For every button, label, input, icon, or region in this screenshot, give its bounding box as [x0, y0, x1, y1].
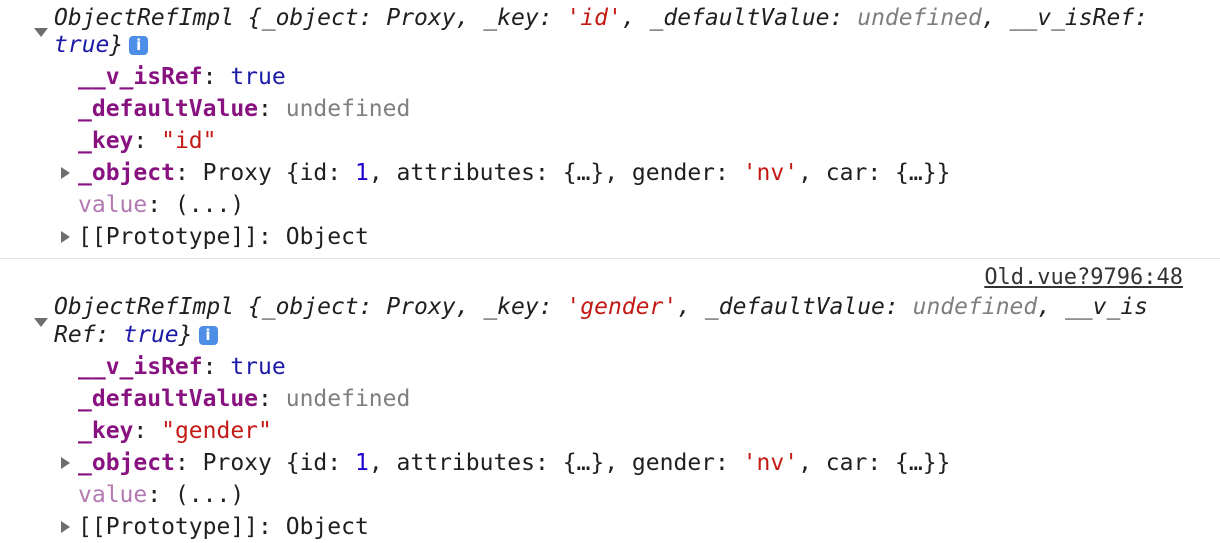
property-row-object[interactable]: _object: Proxy {id: 1, attributes: {…}, … [78, 448, 950, 479]
property-row: __v_isRef: true [78, 354, 286, 380]
property-row: _key: "gender" [78, 418, 272, 444]
property-row: _defaultValue: undefined [78, 96, 411, 122]
source-link[interactable]: Old.vue?9796:48 [984, 265, 1183, 290]
property-row-getter[interactable]: value: (...) [78, 190, 244, 221]
property-row-getter[interactable]: value: (...) [78, 480, 244, 511]
object-summary[interactable]: ObjectRefImpl {_object: Proxy, _key: 'id… [54, 3, 1148, 34]
console-entry: ObjectRefImpl {_object: Proxy, _key: 'id… [0, 0, 1220, 259]
object-summary-wrap: Ref: true} i [54, 320, 218, 351]
info-icon[interactable]: i [129, 36, 149, 55]
collapse-triangle-icon[interactable] [34, 318, 48, 327]
property-row-object[interactable]: _object: Proxy {id: 1, attributes: {…}, … [78, 158, 950, 189]
property-row-prototype[interactable]: [[Prototype]]: Object [78, 512, 369, 543]
expand-triangle-icon[interactable] [61, 457, 70, 469]
property-row: _defaultValue: undefined [78, 386, 411, 412]
object-summary[interactable]: ObjectRefImpl {_object: Proxy, _key: 'ge… [54, 292, 1148, 323]
property-row-prototype[interactable]: [[Prototype]]: Object [78, 222, 369, 253]
console-entry: Old.vue?9796:48 ObjectRefImpl {_object: … [0, 259, 1220, 540]
info-icon[interactable]: i [198, 326, 218, 345]
expand-triangle-icon[interactable] [61, 167, 70, 179]
object-summary-wrap: true} i [54, 30, 149, 61]
property-row: _key: "id" [78, 128, 217, 154]
property-row: __v_isRef: true [78, 64, 286, 90]
collapse-triangle-icon[interactable] [34, 28, 48, 37]
expand-triangle-icon[interactable] [61, 231, 70, 243]
expand-triangle-icon[interactable] [61, 521, 70, 533]
